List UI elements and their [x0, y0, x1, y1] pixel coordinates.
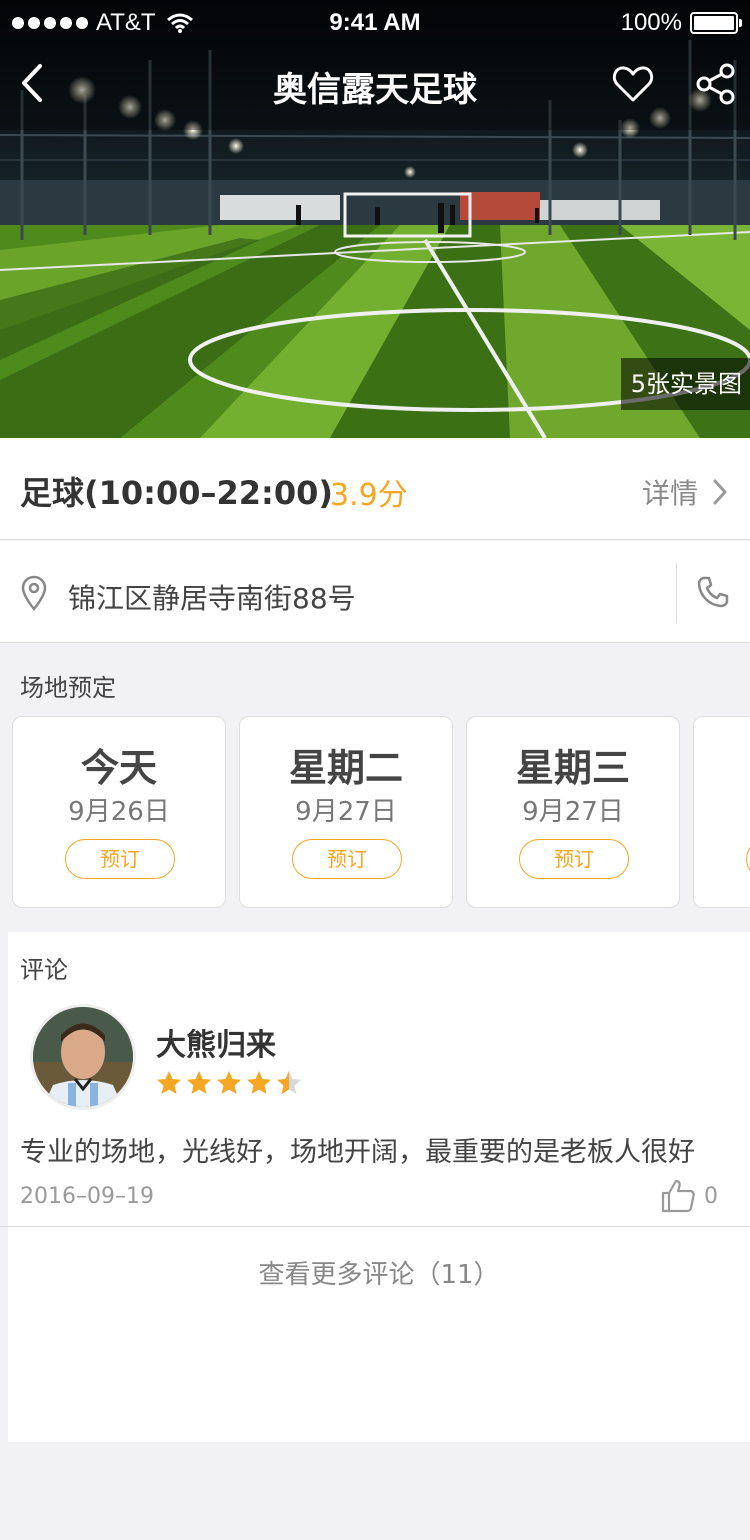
- like-button[interactable]: 0: [660, 1178, 718, 1214]
- divider: [0, 1226, 750, 1227]
- day-label: 星期二: [288, 746, 403, 790]
- booking-title: 场地预定: [20, 674, 116, 702]
- book-button[interactable]: 预订: [292, 839, 402, 879]
- star-icon: [157, 1071, 181, 1094]
- rating-stars: [156, 1070, 302, 1096]
- thumbs-up-icon: [661, 1179, 695, 1213]
- day-card-wednesday[interactable]: 星期三 9月27日 预订: [466, 716, 680, 908]
- divider: [676, 563, 677, 623]
- book-button[interactable]: 预订: [519, 839, 629, 879]
- share-icon[interactable]: [694, 62, 738, 106]
- sport-hours: 足球(10:00–22:00): [20, 474, 333, 512]
- day-label: 今天: [80, 746, 157, 790]
- venue-address: 锦江区静居寺南街88号: [68, 582, 356, 615]
- like-count: 0: [704, 1183, 718, 1209]
- reviewer-name: 大熊归来: [156, 1028, 276, 1063]
- battery-icon: [690, 12, 742, 34]
- day-date: 9月27日: [295, 797, 397, 827]
- location-pin-icon: [21, 575, 47, 611]
- review-text: 专业的场地，光线好，场地开阔，最重要的是老板人很好: [20, 1137, 695, 1168]
- user-avatar-image: [33, 1007, 133, 1107]
- day-label: 星期三: [515, 746, 630, 790]
- star-icon: [217, 1071, 241, 1094]
- status-bar: AT&T 9:41 AM 100%: [0, 0, 750, 46]
- heart-icon[interactable]: [612, 64, 654, 104]
- venue-info-row: 足球(10:00–22:00) 3.9分 详情: [0, 438, 750, 540]
- hero-photo[interactable]: AT&T 9:41 AM 100% 奥信露天足球 5张实景图: [0, 0, 750, 438]
- day-card-tuesday[interactable]: 星期二 9月27日 预订: [239, 716, 453, 908]
- details-link[interactable]: 详情: [642, 472, 728, 512]
- venue-score: 3.9分: [330, 478, 408, 513]
- star-icon: [187, 1071, 211, 1094]
- day-date: 9月26日: [68, 797, 170, 827]
- address-row[interactable]: 锦江区静居寺南街88号: [0, 541, 750, 643]
- more-reviews-link[interactable]: 查看更多评论（11）: [8, 1254, 750, 1291]
- half-star-icon: [277, 1071, 301, 1094]
- battery-percent: 100%: [620, 9, 682, 36]
- reviews-section: 评论 大熊归来 专业的场地，光线好，场地开阔，最重要的是老板人很好 2016–0…: [0, 932, 750, 1442]
- chevron-right-icon: [713, 479, 727, 505]
- day-card-today[interactable]: 今天 9月26日 预订: [12, 716, 226, 908]
- star-icon: [247, 1071, 271, 1094]
- book-button-partial[interactable]: [746, 839, 750, 879]
- phone-icon[interactable]: [696, 575, 730, 609]
- booking-section: 场地预定 今天 9月26日 预订 星期二 9月27日 预订 星期三 9月27日 …: [0, 644, 750, 932]
- book-button[interactable]: 预订: [65, 839, 175, 879]
- photo-count-badge[interactable]: 5张实景图: [620, 358, 750, 410]
- avatar[interactable]: [30, 1004, 136, 1110]
- reviews-title: 评论: [20, 956, 68, 984]
- review-date: 2016–09–19: [20, 1184, 154, 1209]
- details-label: 详情: [641, 477, 698, 510]
- day-date: 9月27日: [522, 797, 624, 827]
- day-card-next[interactable]: [693, 716, 750, 908]
